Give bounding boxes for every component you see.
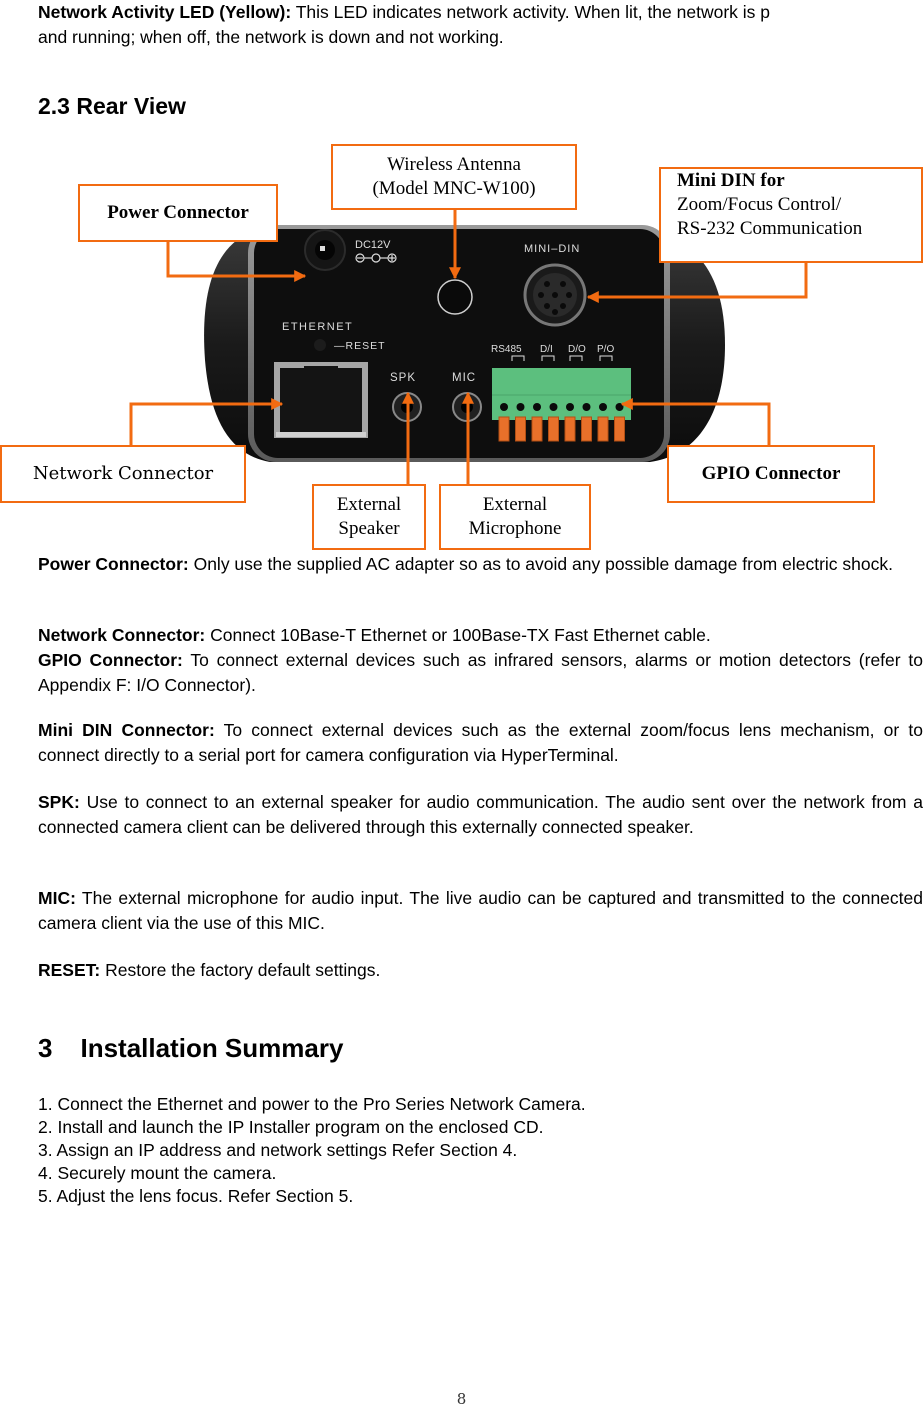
- callout-minidin-line2: Zoom/Focus Control/: [677, 194, 842, 215]
- callout-external-microphone: External Microphone: [439, 484, 591, 550]
- step-item: 1. Connect the Ethernet and power to the…: [38, 1094, 586, 1114]
- rj45-port: [274, 362, 368, 438]
- gpio-terminal-hole: [500, 403, 508, 411]
- desc-network-label: Network Connector:: [38, 625, 206, 645]
- intro-paragraph: Network Activity LED (Yellow): This LED …: [38, 0, 923, 50]
- gpio-terminal-lever: [498, 416, 510, 442]
- section-number: 3: [38, 1033, 53, 1063]
- ethernet-label: ETHERNET: [282, 321, 353, 333]
- desc-network: Network Connector: Connect 10Base-T Ethe…: [38, 623, 923, 648]
- do-label: D/O: [568, 344, 586, 355]
- desc-power-text: Only use the supplied AC adapter so as t…: [188, 554, 893, 574]
- reset-label: —RESET: [334, 340, 386, 352]
- desc-power-label: Power Connector:: [38, 554, 189, 574]
- desc-reset-label: RESET:: [38, 960, 101, 980]
- desc-gpio-label: GPIO Connector:: [38, 650, 183, 670]
- gpio-terminal-lever: [548, 416, 559, 442]
- desc-minidin-label: Mini DIN Connector:: [38, 720, 215, 740]
- po-label: P/O: [597, 344, 614, 355]
- callout-gpio-text: GPIO Connector: [701, 463, 841, 484]
- mini-din-port: [523, 263, 587, 327]
- page-number: 8: [456, 1390, 467, 1408]
- gpio-terminal-lever: [614, 416, 625, 442]
- spk-label: SPK: [390, 372, 416, 384]
- desc-mic: MIC: The external microphone for audio i…: [38, 886, 923, 936]
- mic-label: MIC: [452, 372, 476, 384]
- desc-spk-label: SPK:: [38, 792, 80, 812]
- callout-mini-din: Mini DIN for Zoom/Focus Control/ RS-232 …: [659, 167, 923, 263]
- mini-din-label: MINI–DIN: [524, 243, 580, 255]
- desc-power: Power Connector: Only use the supplied A…: [38, 552, 923, 577]
- desc-reset-text: Restore the factory default settings.: [100, 960, 381, 980]
- callout-mic-line1: External: [482, 494, 548, 515]
- gpio-terminal-hole: [599, 403, 607, 411]
- callout-network-text: Network Connector: [32, 463, 214, 484]
- desc-spk-text: Use to connect to an external speaker fo…: [38, 792, 923, 837]
- callout-speaker-line1: External: [336, 494, 402, 515]
- step-item: 4. Securely mount the camera.: [38, 1163, 277, 1183]
- gpio-terminal-lever: [531, 416, 543, 442]
- step-item: 5. Adjust the lens focus. Refer Section …: [38, 1186, 354, 1206]
- step-item: 3. Assign an IP address and network sett…: [38, 1140, 518, 1160]
- gpio-terminal-hole: [582, 403, 591, 411]
- desc-mic-text: The external microphone for audio input.…: [38, 888, 923, 933]
- callout-minidin-line1: Mini DIN for: [677, 170, 785, 191]
- installation-steps: 1. Connect the Ethernet and power to the…: [38, 1093, 586, 1208]
- desc-mic-label: MIC:: [38, 888, 76, 908]
- rear-view-diagram: DC12V MINI–DIN ETHERNET —RESET SPK MIC R…: [0, 140, 923, 550]
- intro-text: This LED indicates network activity. Whe…: [291, 2, 771, 22]
- section-title-text: Installation Summary: [80, 1033, 344, 1063]
- gpio-terminal-lever: [581, 416, 592, 442]
- gpio-terminal-lever: [597, 416, 609, 442]
- gpio-terminal-lever: [564, 416, 576, 442]
- callout-minidin-line3: RS-232 Communication: [677, 218, 863, 239]
- callout-power-connector: Power Connector: [78, 184, 278, 242]
- gpio-terminal-lever: [515, 416, 526, 442]
- power-jack: [304, 229, 346, 271]
- section-title-installation: 3 Installation Summary: [38, 1033, 343, 1064]
- di-label: D/I: [540, 344, 553, 355]
- callout-speaker-line2: Speaker: [338, 518, 400, 539]
- gpio-terminal-hole: [516, 403, 525, 411]
- gpio-terminal-hole: [533, 403, 541, 411]
- step-item: 2. Install and launch the IP Installer p…: [38, 1117, 544, 1137]
- gpio-terminal-hole: [549, 403, 558, 411]
- desc-network-text: Connect 10Base-T Ethernet or 100Base-TX …: [205, 625, 711, 645]
- antenna-port: [437, 279, 473, 315]
- callout-mic-line2: Microphone: [468, 518, 562, 539]
- rs485-label: RS485: [491, 344, 522, 355]
- desc-spk: SPK: Use to connect to an external speak…: [38, 790, 923, 840]
- callout-wireless-line1: Wireless Antenna: [387, 154, 521, 175]
- dc-label: DC12V: [355, 239, 391, 251]
- callout-power-text: Power Connector: [107, 202, 249, 223]
- intro-text-2: and running; when off, the network is do…: [38, 27, 504, 47]
- intro-label: Network Activity LED (Yellow):: [38, 2, 292, 22]
- desc-mini-din: Mini DIN Connector: To connect external …: [38, 718, 923, 768]
- callout-network-connector: Network Connector: [0, 445, 246, 503]
- desc-reset: RESET: Restore the factory default setti…: [38, 958, 923, 983]
- callout-wireless-line2: (Model MNC-W100): [372, 178, 536, 199]
- callout-gpio-connector: GPIO Connector: [667, 445, 875, 503]
- callout-external-speaker: External Speaker: [312, 484, 426, 550]
- desc-gpio: GPIO Connector: To connect external devi…: [38, 648, 923, 698]
- callout-wireless-antenna: Wireless Antenna (Model MNC-W100): [331, 144, 577, 210]
- gpio-terminal-hole: [566, 403, 574, 411]
- section-title-rear-view: 2.3 Rear View: [38, 93, 186, 119]
